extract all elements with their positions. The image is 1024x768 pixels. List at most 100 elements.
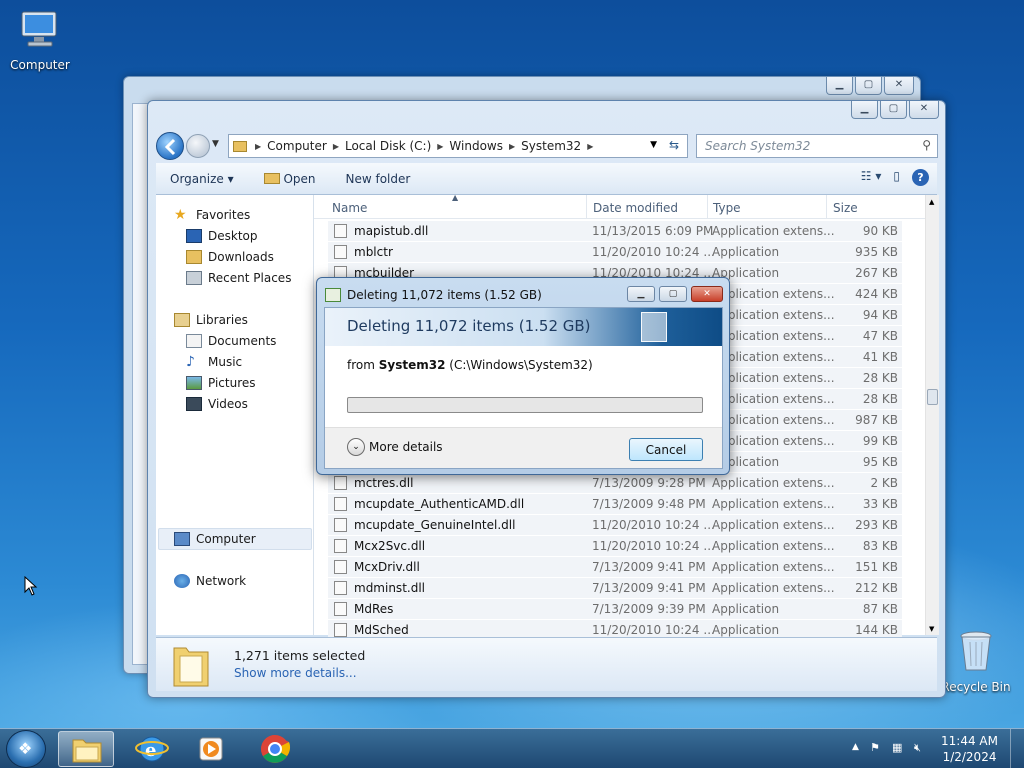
nav-label: Music (208, 355, 243, 369)
network-status-icon[interactable]: ▦ (892, 741, 908, 757)
show-hidden-icons-icon[interactable]: ▲ (852, 742, 859, 752)
breadcrumb-local-disk[interactable]: Local Disk (C:) (345, 139, 431, 153)
delete-progress-dialog[interactable]: Deleting 11,072 items (1.52 GB) ▁ ▢ ✕ De… (316, 277, 730, 475)
table-row[interactable]: mctres.dll 7/13/2009 9:28 PM Application e… (328, 473, 902, 494)
table-row[interactable]: mdminst.dll 7/13/2009 9:41 PM Application … (328, 578, 902, 599)
file-icon (334, 602, 347, 616)
nav-item-music[interactable]: ♪ Music (186, 352, 242, 372)
cell-date: 7/13/2009 9:41 PM (592, 581, 706, 595)
nav-item-libraries[interactable]: Libraries (174, 310, 248, 330)
forward-button[interactable] (186, 134, 210, 158)
nav-item-favorites[interactable]: ★ Favorites (174, 205, 250, 225)
nav-item-videos[interactable]: Videos (186, 394, 248, 414)
recent-pages-dropdown[interactable]: ▼ (212, 139, 219, 149)
start-button[interactable] (6, 730, 46, 768)
taskbar-explorer[interactable] (58, 731, 114, 767)
maximize-icon[interactable]: ▢ (855, 77, 882, 95)
column-divider[interactable] (707, 195, 708, 219)
clock-date: 1/2/2024 (942, 750, 997, 764)
new-folder-button[interactable]: New folder (346, 172, 411, 186)
scroll-down-icon[interactable]: ▼ (929, 625, 934, 633)
back-button[interactable] (156, 132, 184, 160)
column-header-size[interactable]: Size (833, 201, 858, 215)
nav-item-recent-places[interactable]: Recent Places (186, 268, 291, 288)
preview-pane-icon[interactable]: ▯ (893, 169, 900, 186)
breadcrumb-computer[interactable]: Computer (267, 139, 327, 153)
from-folder-name[interactable]: System32 (379, 358, 446, 372)
nav-item-computer[interactable]: Computer (174, 529, 256, 549)
cell-size: 293 KB (855, 518, 898, 532)
show-more-details-link[interactable]: Show more details... (234, 666, 357, 680)
cancel-button[interactable]: Cancel (629, 438, 703, 461)
address-row: ▼ ▶ Computer ▶ Local Disk (C:) ▶ Windows… (156, 131, 938, 161)
taskbar: e ▲ ⚑ ▦ 🔇︎ 11:44 AM 1/2/2024 (0, 728, 1024, 768)
explorer-folder-icon (72, 739, 102, 763)
nav-item-documents[interactable]: Documents (186, 331, 276, 351)
nav-item-network[interactable]: Network (174, 571, 246, 591)
cell-size: 935 KB (855, 245, 898, 259)
file-icon (334, 497, 347, 511)
close-icon[interactable]: ✕ (909, 101, 939, 119)
nav-item-downloads[interactable]: Downloads (186, 247, 274, 267)
search-input[interactable]: Search System32 ⚲ (696, 134, 938, 158)
cell-size: 212 KB (855, 581, 898, 595)
table-row[interactable]: mcupdate_AuthenticAMD.dll 7/13/2009 9:48 … (328, 494, 902, 515)
close-icon[interactable]: ✕ (884, 77, 914, 95)
cell-date: 11/20/2010 10:24 ... (592, 245, 715, 259)
address-bar[interactable]: ▶ Computer ▶ Local Disk (C:) ▶ Windows ▶… (228, 134, 688, 158)
column-header-type[interactable]: Type (713, 201, 741, 215)
dialog-banner: Deleting 11,072 items (1.52 GB) (325, 308, 722, 346)
open-button[interactable]: Open (263, 172, 316, 186)
breadcrumb-system32[interactable]: System32 (521, 139, 581, 153)
minimize-icon[interactable]: ▁ (851, 101, 878, 119)
maximize-icon[interactable]: ▢ (659, 286, 687, 302)
table-row[interactable]: mapistub.dll 11/13/2015 6:09 PM Applicatio… (328, 221, 902, 242)
volume-muted-icon[interactable]: 🔇︎ (914, 741, 930, 757)
minimize-icon[interactable]: ▁ (826, 77, 853, 95)
table-row[interactable]: MdRes 7/13/2009 9:39 PM Application 87 KB (328, 599, 902, 620)
vertical-scrollbar[interactable]: ▲ ▼ (925, 195, 939, 635)
nav-item-pictures[interactable]: Pictures (186, 373, 256, 393)
taskbar-media-player[interactable] (184, 731, 240, 767)
nav-label: Recent Places (208, 271, 292, 285)
address-dropdown-icon[interactable]: ▼ (650, 140, 657, 150)
chevron-right-icon[interactable]: ▶ (437, 142, 443, 151)
chevron-right-icon[interactable]: ▶ (333, 142, 339, 151)
desktop-icon-computer[interactable]: Computer (0, 6, 80, 72)
close-icon[interactable]: ✕ (691, 286, 723, 302)
cell-type: Application extens... (712, 539, 835, 553)
more-details-toggle[interactable]: ⌄ More details (347, 438, 443, 456)
show-desktop-button[interactable] (1010, 729, 1024, 768)
maximize-icon[interactable]: ▢ (880, 101, 907, 119)
column-header-date[interactable]: Date modified (593, 201, 678, 215)
chevron-right-icon[interactable]: ▶ (509, 142, 515, 151)
search-icon[interactable]: ⚲ (922, 138, 931, 152)
table-row[interactable]: mblctr 11/20/2010 10:24 ... Application 935… (328, 242, 902, 263)
chevron-right-icon[interactable]: ▶ (587, 142, 593, 151)
table-row[interactable]: mcupdate_GenuineIntel.dll 11/20/2010 10:2… (328, 515, 902, 536)
breadcrumb-windows[interactable]: Windows (449, 139, 503, 153)
table-row[interactable]: McxDriv.dll 7/13/2009 9:41 PM Application … (328, 557, 902, 578)
table-row[interactable]: Mcx2Svc.dll 11/20/2010 10:24 ... Applicati… (328, 536, 902, 557)
scrollbar-thumb[interactable] (927, 389, 938, 405)
action-center-flag-icon[interactable]: ⚑ (870, 741, 886, 757)
column-headers: Name ▲ Date modified Type Size (314, 193, 925, 219)
arrow-left-icon (164, 138, 176, 156)
refresh-icon[interactable]: ⇆ (669, 138, 679, 152)
taskbar-internet-explorer[interactable]: e (124, 731, 180, 767)
help-icon[interactable]: ? (912, 169, 929, 186)
column-divider[interactable] (586, 195, 587, 219)
cell-size: 267 KB (855, 266, 898, 280)
column-divider[interactable] (826, 195, 827, 219)
desktop-icon-recycle-bin[interactable]: Recycle Bin (936, 628, 1016, 694)
view-options-icon[interactable]: ☷ ▾ (861, 169, 882, 186)
scroll-up-icon[interactable]: ▲ (929, 198, 934, 206)
organize-button[interactable]: Organize ▾ (170, 172, 234, 186)
clock[interactable]: 11:44 AM 1/2/2024 (941, 733, 998, 765)
nav-item-desktop[interactable]: Desktop (186, 226, 258, 246)
cell-date: 11/13/2015 6:09 PM (592, 224, 714, 238)
column-header-name[interactable]: Name (332, 201, 367, 215)
taskbar-chrome[interactable] (247, 731, 303, 767)
minimize-icon[interactable]: ▁ (627, 286, 655, 302)
cell-type: Application extens... (712, 350, 835, 364)
